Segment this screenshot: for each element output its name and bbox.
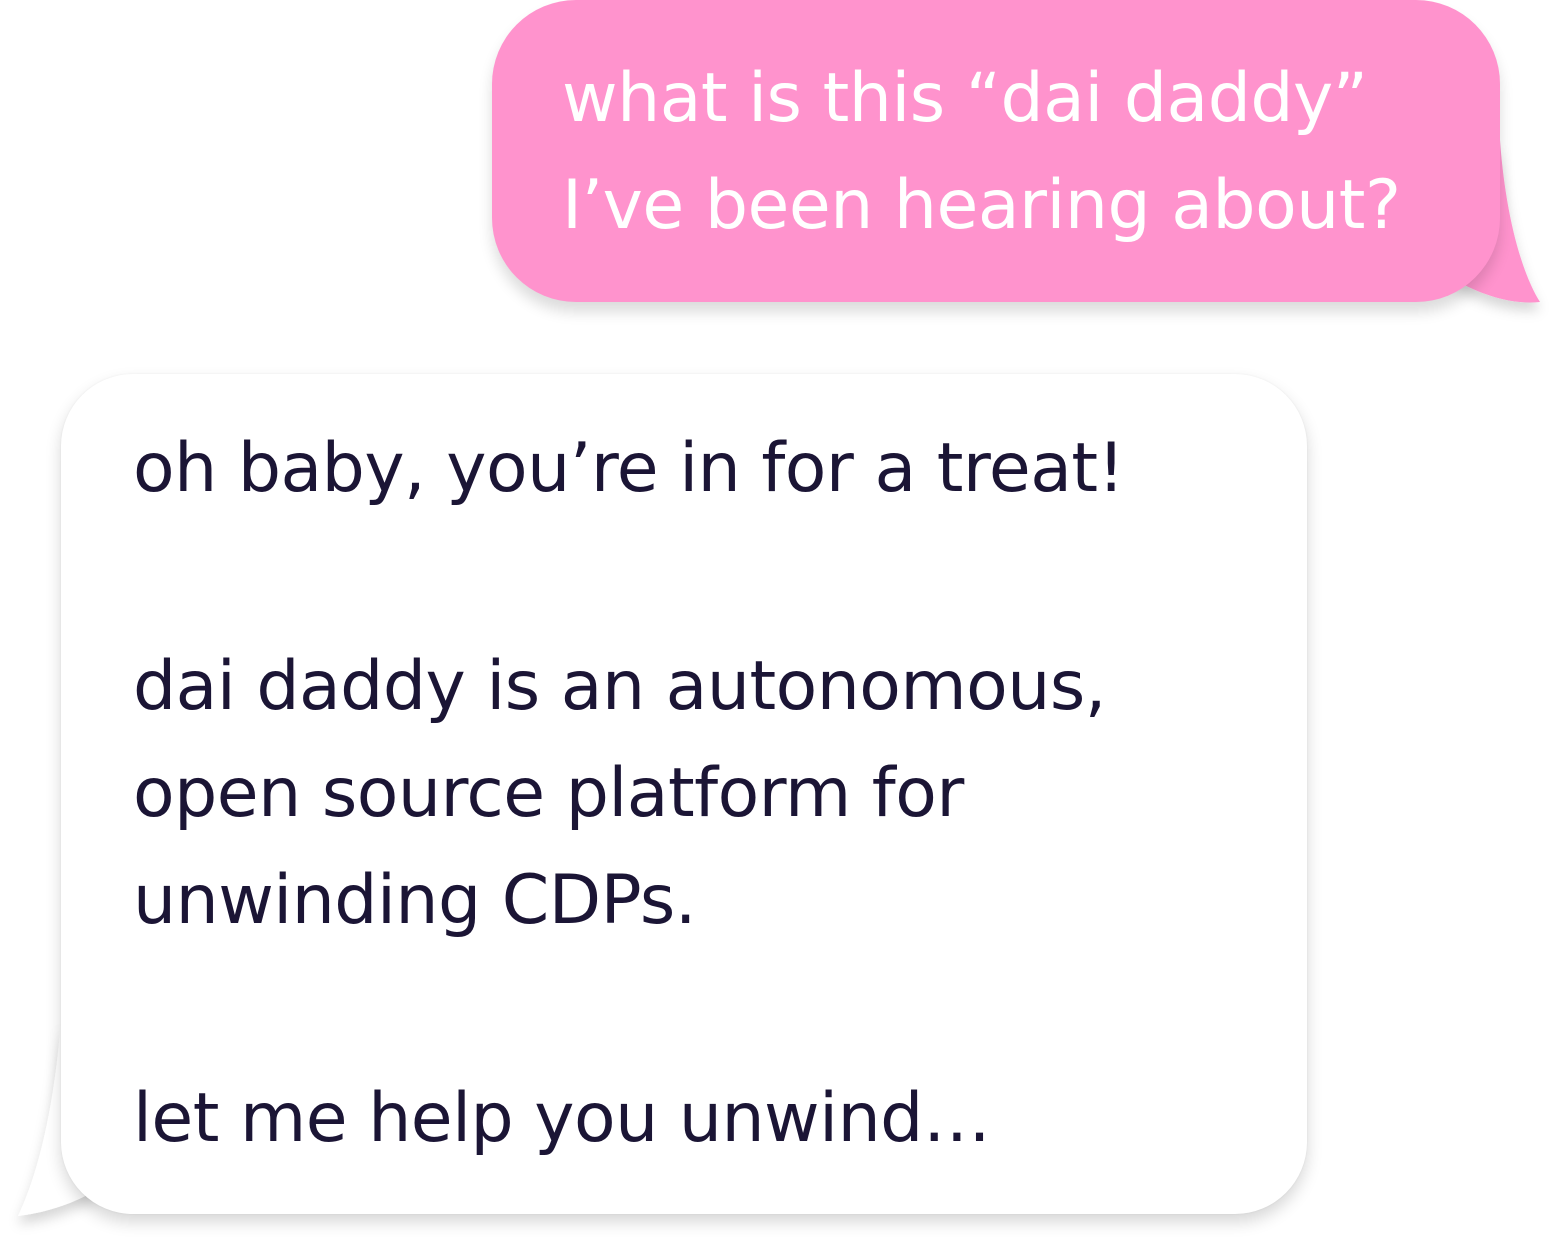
received-message-line: oh baby, you’re in for a treat! — [133, 429, 1125, 508]
received-message-line: unwinding CDPs. — [133, 861, 696, 940]
received-message-line: open source platform for — [133, 754, 964, 833]
received-message-line: let me help you unwind… — [133, 1079, 991, 1158]
received-message-line: dai daddy is an autonomous, — [133, 647, 1106, 726]
sent-message-line: I’ve been hearing about? — [562, 166, 1401, 245]
chat-conversation: what is this “dai daddy” I’ve been heari… — [0, 0, 1556, 1245]
sent-message-line: what is this “dai daddy” — [562, 59, 1368, 138]
received-message-bubble[interactable]: oh baby, you’re in for a treat! dai dadd… — [61, 374, 1307, 1214]
sent-message-bubble[interactable]: what is this “dai daddy” I’ve been heari… — [492, 0, 1500, 302]
